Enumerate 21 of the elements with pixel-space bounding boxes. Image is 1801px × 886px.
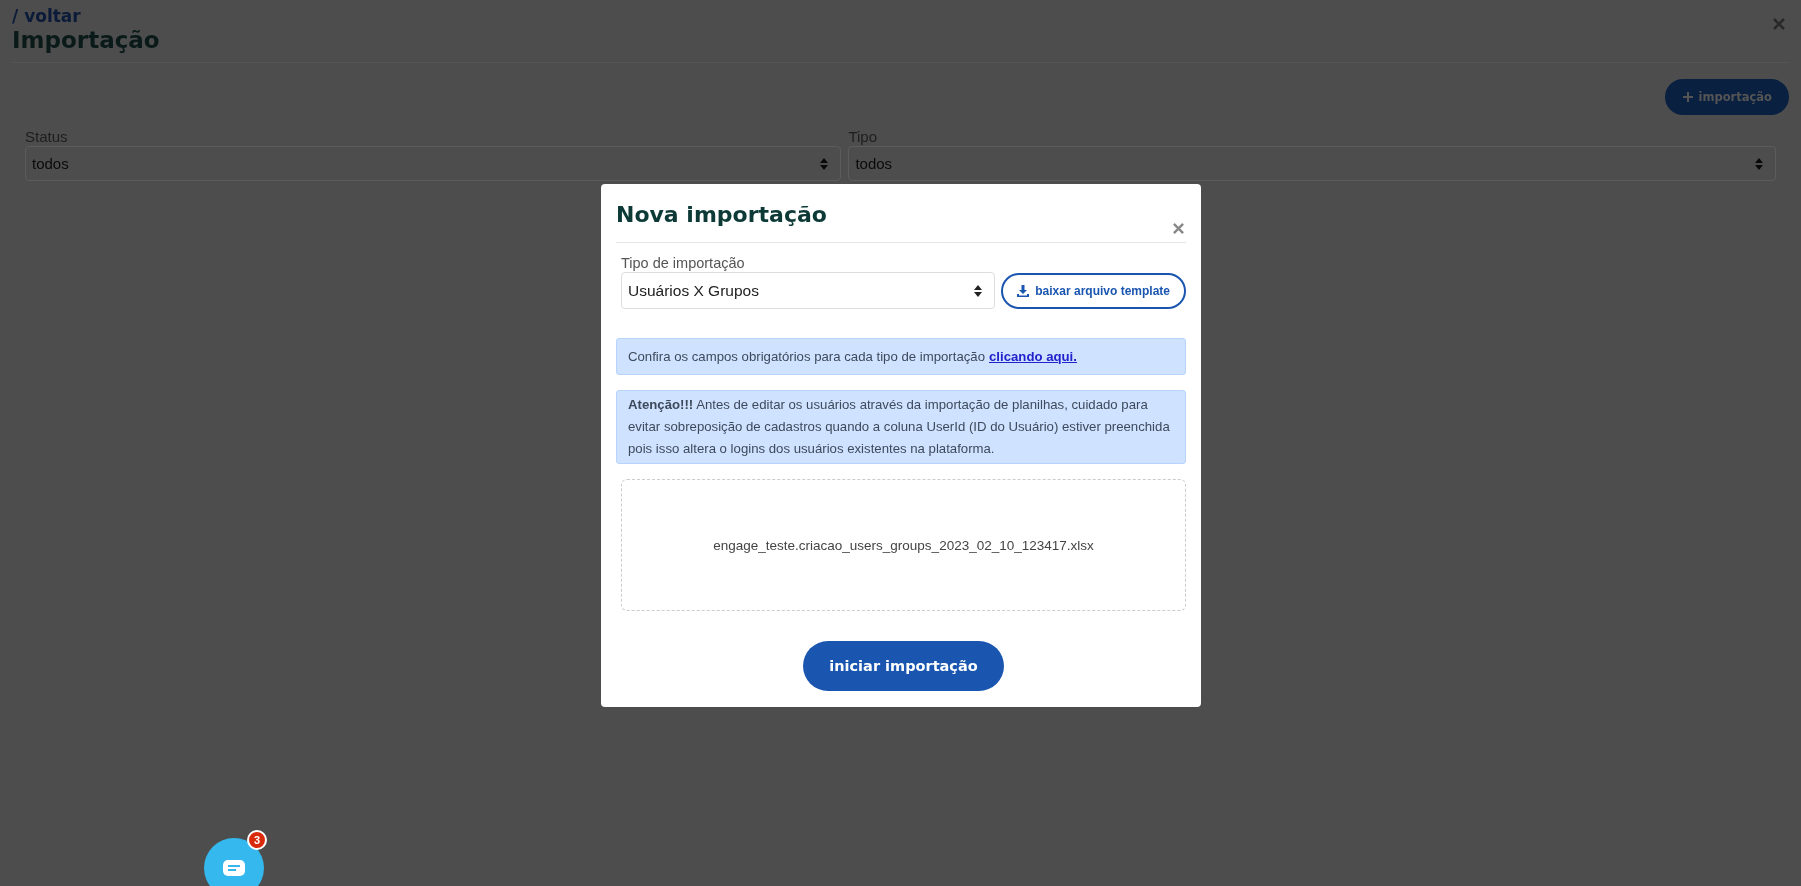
plus-icon [1681,91,1694,103]
file-name: engage_teste.criacao_users_groups_2023_02_10_123417.xlsx [713,537,1094,553]
close-icon[interactable] [1173,223,1184,234]
page-title: Importação [12,26,160,54]
info-text: Confira os campos obrigatórios para cada tipo de importação clicando aqui. [628,348,1078,366]
warning-text: Atenção!!! Antes de editar os usuários através da importação de planilhas, cuidado para evitar sobreposição de cadastros quando a coluna UserId (ID do Usuário) estiver preenchida pois isso altera o logins dos usuários existentes na plataforma. [628,396,1171,458]
sort-icon [1755,157,1763,170]
file-dropzone[interactable]: engage_teste.criacao_users_groups_2023_02_10_123417.xlsx [621,479,1186,611]
sort-icon [820,157,829,170]
select-field[interactable]: Usuários X Grupos [621,272,996,309]
chat-button[interactable] [204,838,264,886]
notification-badge: 3 [247,830,267,850]
modal-title: Nova importação [616,202,827,228]
field-label: Tipo de importação [621,255,745,271]
download-icon [1017,284,1030,297]
sort-icon [974,284,983,297]
start-import-button[interactable]: iniciar importação [803,641,1004,691]
chat-icon [223,860,245,876]
download-template-button[interactable]: baixar arquivo template [1001,272,1186,309]
close-icon[interactable] [1773,18,1785,30]
help-link[interactable]: clicando aqui. [989,349,1077,364]
